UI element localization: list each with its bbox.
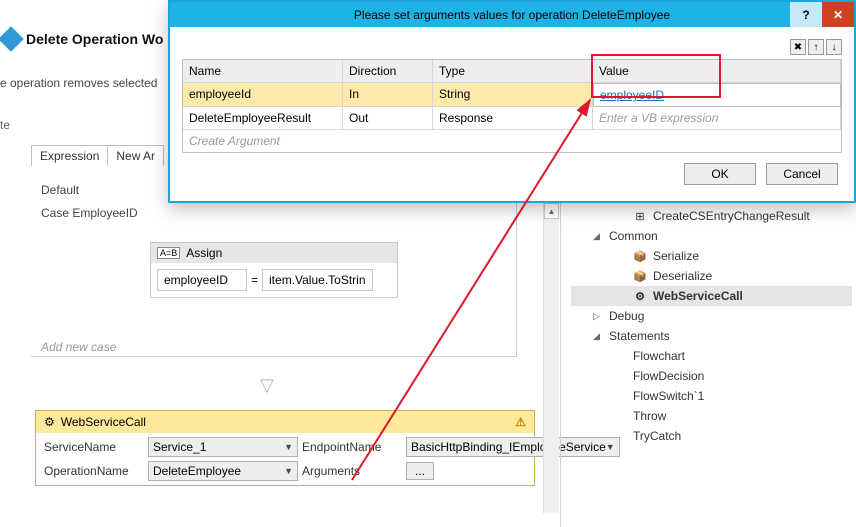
- node-icon: 📦: [633, 249, 647, 263]
- tree-item-label: FlowDecision: [633, 369, 704, 383]
- cell-name[interactable]: employeeId: [183, 83, 343, 107]
- tree-item[interactable]: FlowSwitch`1: [571, 386, 852, 406]
- tree-item[interactable]: ▷ Debug: [571, 306, 852, 326]
- servicename-label: ServiceName: [44, 440, 144, 454]
- cell-name[interactable]: DeleteEmployeeResult: [183, 107, 343, 130]
- close-button[interactable]: ✕: [822, 2, 854, 27]
- assign-activity[interactable]: A=B Assign employeeID = item.Value.ToStr…: [150, 242, 398, 298]
- tree-item-label: Throw: [633, 409, 666, 423]
- truncated-text: te: [0, 118, 10, 132]
- assign-op: =: [251, 273, 258, 287]
- move-up-button[interactable]: ↑: [808, 39, 824, 55]
- expand-icon[interactable]: ▷: [593, 311, 603, 322]
- delete-row-button[interactable]: ✖: [790, 39, 806, 55]
- node-icon: ⚙: [633, 289, 647, 303]
- tree-item[interactable]: ⊞ CreateCSEntryChangeResult: [571, 206, 852, 226]
- tree-item-label: Serialize: [653, 249, 699, 263]
- tree-item[interactable]: ◢ Common: [571, 226, 852, 246]
- webservicecall-activity[interactable]: ⚙ WebServiceCall ⚠ ServiceName Service_1…: [35, 410, 535, 486]
- dialog-title: Please set arguments values for operatio…: [354, 8, 670, 22]
- tree-item[interactable]: Throw: [571, 406, 852, 426]
- assign-left[interactable]: employeeID: [157, 269, 247, 291]
- vertical-scrollbar[interactable]: ▲: [543, 203, 559, 513]
- tree-item-label: Flowchart: [633, 349, 685, 363]
- grid-header: Name Direction Type Value: [183, 60, 841, 83]
- activity-tree: ⊞ CreateCSEntryChangeResult ◢ Common 📦 Serial…: [560, 200, 856, 527]
- tree-item-label: FlowSwitch`1: [633, 389, 704, 403]
- tree-item[interactable]: ⚙ WebServiceCall: [571, 286, 852, 306]
- col-direction[interactable]: Direction: [343, 60, 433, 83]
- arguments-grid: Name Direction Type Value employeeId In …: [182, 59, 842, 153]
- endpoint-label: EndpointName: [302, 440, 402, 454]
- chevron-down-icon: ▼: [284, 466, 293, 476]
- cell-type[interactable]: String: [433, 83, 593, 107]
- cell-type[interactable]: Response: [433, 107, 593, 130]
- ok-button[interactable]: OK: [684, 163, 756, 185]
- default-label: Default: [41, 183, 79, 197]
- tree-item[interactable]: 📦 Deserialize: [571, 266, 852, 286]
- node-icon: ⊞: [633, 209, 647, 223]
- tree-item-label: Statements: [609, 329, 670, 343]
- tab-expression[interactable]: Expression: [31, 145, 108, 166]
- tab-new-arg[interactable]: New Ar: [108, 145, 164, 166]
- tree-item-label: TryCatch: [633, 429, 681, 443]
- tree-item-label: Debug: [609, 309, 644, 323]
- arguments-dialog: Please set arguments values for operatio…: [168, 0, 856, 203]
- tree-item[interactable]: FlowDecision: [571, 366, 852, 386]
- assign-icon: A=B: [157, 247, 180, 259]
- gear-icon: ⚙: [44, 415, 55, 429]
- cancel-button[interactable]: Cancel: [766, 163, 838, 185]
- col-name[interactable]: Name: [183, 60, 343, 83]
- grid-row[interactable]: employeeId In String employeeID: [183, 83, 841, 107]
- col-type[interactable]: Type: [433, 60, 593, 83]
- arguments-button[interactable]: ...: [406, 462, 434, 480]
- arguments-label: Arguments: [302, 464, 402, 478]
- cell-value[interactable]: employeeID: [593, 83, 841, 107]
- tree-item[interactable]: Flowchart: [571, 346, 852, 366]
- tree-item[interactable]: TryCatch: [571, 426, 852, 446]
- col-value[interactable]: Value: [593, 60, 841, 83]
- expression-tabs: Expression New Ar: [31, 145, 164, 166]
- cell-direction[interactable]: Out: [343, 107, 433, 130]
- scroll-up-icon[interactable]: ▲: [544, 203, 559, 219]
- case-label: Case EmployeeID: [41, 206, 138, 220]
- move-down-button[interactable]: ↓: [826, 39, 842, 55]
- cell-value-placeholder[interactable]: Enter a VB expression: [593, 107, 841, 130]
- page-title: Delete Operation Wo: [26, 31, 163, 47]
- assign-title: Assign: [186, 246, 222, 260]
- operation-combo[interactable]: DeleteEmployee▼: [148, 461, 298, 481]
- tree-item-label: WebServiceCall: [653, 289, 743, 303]
- assign-right[interactable]: item.Value.ToStrin: [262, 269, 373, 291]
- add-new-case[interactable]: Add new case: [41, 340, 116, 354]
- node-icon: 📦: [633, 269, 647, 283]
- tree-item[interactable]: 📦 Serialize: [571, 246, 852, 266]
- chevron-down-icon: ▼: [284, 442, 293, 452]
- page-subtitle: e operation removes selected: [0, 76, 157, 90]
- help-button[interactable]: ?: [790, 2, 822, 27]
- tree-item-label: Common: [609, 229, 658, 243]
- cell-direction[interactable]: In: [343, 83, 433, 107]
- expand-icon[interactable]: ◢: [593, 231, 603, 242]
- flow-arrow-icon: ▽: [260, 375, 274, 396]
- tree-item-label: Deserialize: [653, 269, 712, 283]
- create-argument[interactable]: Create Argument: [183, 130, 841, 152]
- grid-row[interactable]: DeleteEmployeeResult Out Response Enter …: [183, 107, 841, 130]
- expand-icon[interactable]: ◢: [593, 331, 603, 342]
- servicename-combo[interactable]: Service_1▼: [148, 437, 298, 457]
- tree-item[interactable]: ◢ Statements: [571, 326, 852, 346]
- wizard-icon: [0, 26, 24, 51]
- warning-icon: ⚠: [515, 415, 526, 429]
- operation-label: OperationName: [44, 464, 144, 478]
- tree-item-label: CreateCSEntryChangeResult: [653, 209, 810, 223]
- wsc-title: WebServiceCall: [61, 415, 146, 429]
